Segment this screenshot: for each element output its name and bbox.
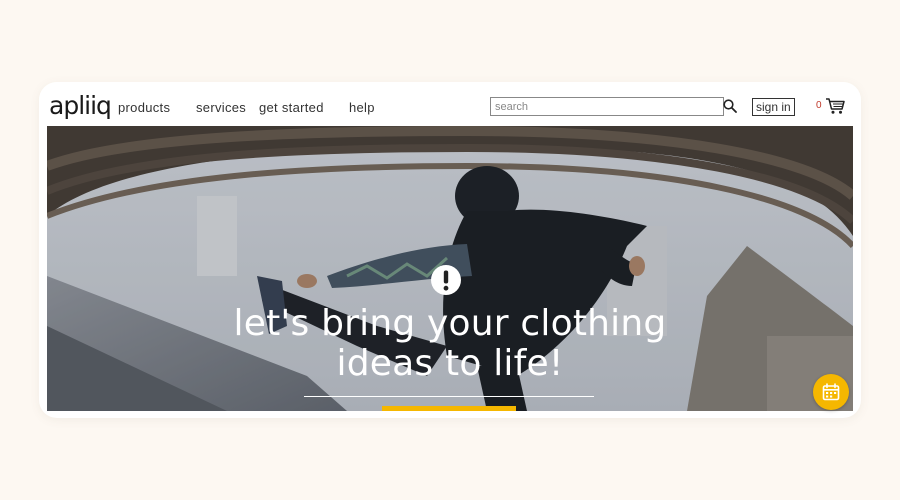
browser-card: apliiq products services get started hel… [39,82,861,418]
hero-banner: let's bring your clothing ideas to life! [47,126,853,411]
cart-icon[interactable] [825,97,845,115]
cta-button[interactable] [382,406,516,411]
nav-item-services[interactable]: services [196,100,246,115]
top-nav: apliiq products services get started hel… [39,82,861,126]
cart-count-badge: 0 [816,100,822,111]
hero-headline-line-1: let's bring your clothing [233,303,667,344]
nav-item-products[interactable]: products [118,100,170,115]
hero-headline-line-2: ideas to life! [336,343,564,384]
logo[interactable]: apliiq [49,92,112,120]
hero-headline: let's bring your clothing ideas to life! [147,304,753,384]
exclamation-icon [431,265,461,295]
search-input[interactable] [490,97,724,116]
nav-item-get-started[interactable]: get started [259,100,324,115]
headline-divider [304,396,594,397]
calendar-fab-button[interactable] [813,374,849,410]
calendar-icon [822,383,840,401]
search-icon[interactable] [723,99,737,113]
nav-item-help[interactable]: help [349,100,375,115]
sign-in-button[interactable]: sign in [752,98,795,116]
